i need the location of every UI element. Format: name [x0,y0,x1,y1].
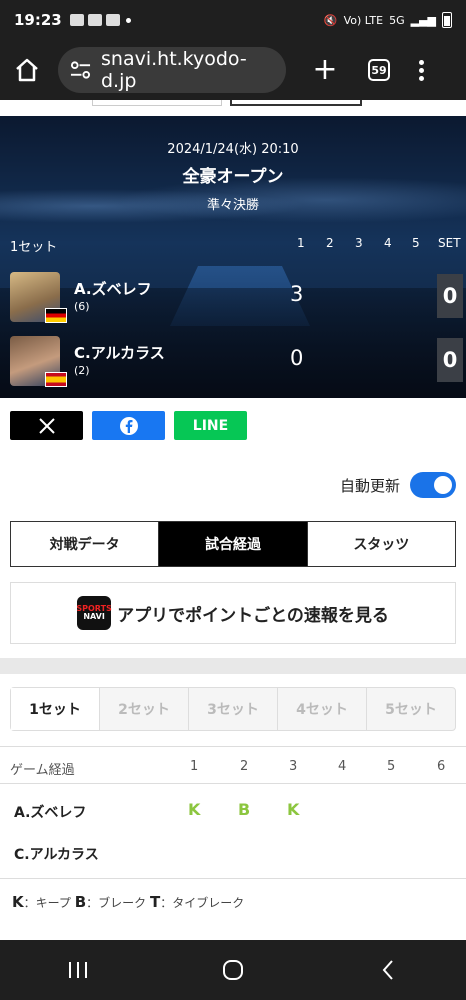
player-sets-won: 0 [437,338,463,382]
recents-icon[interactable] [58,961,98,979]
table-row: C.アルカラス [0,832,466,874]
share-facebook-button[interactable] [92,411,165,440]
tab-set-2[interactable]: 2セット [100,688,189,730]
auto-update: 自動更新 [340,472,456,498]
player-set1-score: 3 [290,282,304,306]
table-row: A.ズベレフ K B K [0,790,466,832]
battery-icon [442,12,452,28]
row-player-name: A.ズベレフ [14,805,87,821]
top-strip [0,100,466,116]
game-col-2: 2 [240,759,249,774]
tab-set-1[interactable]: 1セット [11,688,100,730]
tab-set-3[interactable]: 3セット [189,688,278,730]
web-page: 2024/1/24(水) 20:10 全豪オープン 準々決勝 1セット 1 2 … [0,100,466,940]
legend-k: K [12,893,24,911]
app-banner[interactable]: SPORTS NAVI アプリでポイントごとの速報を見る [10,582,456,644]
legend-b-text: ：ブレーク [86,896,147,910]
share-line-button[interactable]: LINE [174,411,247,440]
table-header: ゲーム経過 1 2 3 4 5 6 [0,746,466,784]
game-col-4: 4 [338,759,347,774]
tab-set-4[interactable]: 4セット [278,688,367,730]
share-x-button[interactable] [10,411,83,440]
tab-switcher-button[interactable]: 59 [368,59,390,81]
game-result: K [287,800,300,819]
notification-icons [69,14,120,26]
app-notification-icon [87,14,102,26]
tournament-title: 全豪オープン [182,167,284,187]
col-set-1: 1 [297,236,305,250]
home-icon[interactable] [12,55,42,85]
col-set-2: 2 [326,236,334,250]
spain-flag-icon [45,372,67,387]
menu-icon[interactable] [418,59,424,81]
game-result: B [238,800,251,819]
game-result: K [188,800,201,819]
section-divider [0,658,466,674]
game-progress-table: ゲーム経過 1 2 3 4 5 6 A.ズベレフ K B K C.アルカラス [0,746,466,874]
network-label: 5G [389,13,405,27]
col-set-5: 5 [412,236,420,250]
set-tabs: 1セット 2セット 3セット 4セット 5セット [10,687,456,731]
strip-box-left [92,100,222,106]
url-text: snavi.ht.kyodo-d.jp [101,48,247,92]
col-set-4: 4 [384,236,392,250]
player-row-2: C.アルカラス (2) 0 0 [0,336,466,396]
tab-matchup-data[interactable]: 対戦データ [11,522,160,566]
browser-toolbar: snavi.ht.kyodo-d.jp + 59 [0,40,466,100]
legend-t: T [150,893,161,911]
tab-set-5[interactable]: 5セット [367,688,455,730]
x-logo-icon [38,417,55,434]
status-right: 🔇 Vo) LTE 5G ▂▄▆ [324,12,452,28]
legend-k-text: ：キープ [23,896,71,910]
app-banner-text: アプリでポイントごとの速報を見る [117,605,389,626]
line-notification-icon [69,14,84,26]
more-notifications-icon [125,17,131,23]
legend-t-text: ：タイブレーク [160,896,245,910]
auto-update-label: 自動更新 [339,476,400,495]
legend-b: B [74,893,87,911]
player-row-1: A.ズベレフ (6) 3 0 [0,272,466,332]
col-set-3: 3 [355,236,363,250]
site-settings-icon[interactable] [70,60,91,80]
player-sets-won: 0 [437,274,463,318]
match-datetime: 2024/1/24(水) 20:10 [167,142,299,157]
system-nav-bar [0,940,466,1000]
tab-match-progress[interactable]: 試合経過 [159,522,308,566]
facebook-logo-icon [119,416,138,435]
germany-flag-icon [45,308,67,323]
legend: K：キープ B：ブレーク T：タイブレーク [0,878,466,925]
signal-icon: ▂▄▆ [410,13,436,27]
tab-stats[interactable]: スタッツ [308,522,455,566]
game-col-3: 3 [289,759,298,774]
gallery-notification-icon [105,14,120,26]
current-set-label: 1セット [10,240,58,255]
player-name: A.ズベレフ [74,280,152,298]
content-tabs: 対戦データ 試合経過 スタッツ [10,521,456,567]
player-set1-score: 0 [290,346,304,370]
address-bar[interactable]: snavi.ht.kyodo-d.jp [58,47,286,93]
game-col-5: 5 [387,759,396,774]
player-name: C.アルカラス [74,344,165,362]
game-col-6: 6 [437,759,446,774]
back-icon[interactable] [368,959,408,981]
share-buttons: LINE [10,411,247,440]
scoreboard: 2024/1/24(水) 20:10 全豪オープン 準々決勝 1セット 1 2 … [0,116,466,398]
col-set-total: SET [438,236,461,250]
home-nav-icon[interactable] [213,959,253,981]
game-col-1: 1 [190,759,199,774]
new-tab-icon[interactable]: + [310,55,340,85]
player-seed: (6) [74,300,90,313]
app-logo-bottom: NAVI [83,612,105,621]
mute-icon: 🔇 [323,13,338,27]
player-seed: (2) [74,364,90,377]
status-bar: 19:23 🔇 Vo) LTE 5G ▂▄▆ [0,0,466,40]
row-player-name: C.アルカラス [14,847,99,863]
status-time: 19:23 [14,11,62,29]
sports-navi-logo: SPORTS NAVI [76,596,112,630]
lte-label: Vo) LTE [343,13,384,27]
strip-box-right [230,100,362,106]
auto-update-toggle[interactable] [410,472,456,498]
match-round: 準々決勝 [206,198,259,213]
game-progress-label: ゲーム経過 [10,763,75,778]
